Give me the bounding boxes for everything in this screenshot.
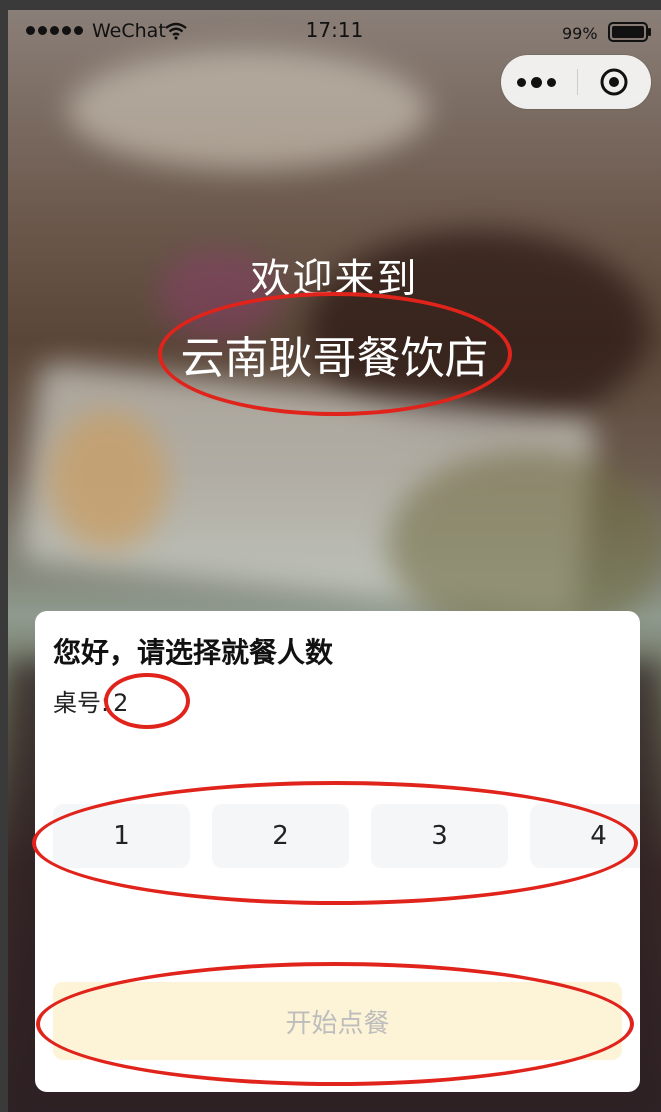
card-title: 您好，请选择就餐人数 (53, 636, 334, 669)
party-size-option-2[interactable]: 2 (212, 804, 349, 868)
restaurant-name: 云南耿哥餐饮店 (180, 333, 489, 384)
welcome-text: 欢迎来到 (250, 256, 419, 302)
close-mini-program-icon[interactable] (599, 67, 629, 97)
window-frame-left (0, 0, 8, 1112)
capsule-divider (577, 69, 578, 95)
more-icon[interactable] (517, 72, 567, 92)
mini-program-capsule (501, 55, 651, 109)
battery-percentage: 99% (562, 24, 598, 43)
party-size-option-3[interactable]: 3 (371, 804, 508, 868)
table-number-row: 桌号: 2 (53, 683, 128, 718)
battery-icon (608, 22, 651, 42)
start-ordering-button[interactable]: 开始点餐 (53, 982, 622, 1060)
table-number-label: 桌号: (53, 689, 110, 717)
window-frame-top (0, 0, 661, 10)
party-size-options: 1 2 3 4 (53, 804, 640, 868)
dining-count-card: 您好，请选择就餐人数 桌号: 2 1 2 3 4 开始点餐 (35, 611, 640, 1092)
party-size-option-4[interactable]: 4 (530, 804, 640, 868)
party-size-option-1[interactable]: 1 (53, 804, 190, 868)
status-bar: WeChat 17:11 99% (8, 10, 661, 50)
table-number-value: 2 (113, 689, 129, 717)
